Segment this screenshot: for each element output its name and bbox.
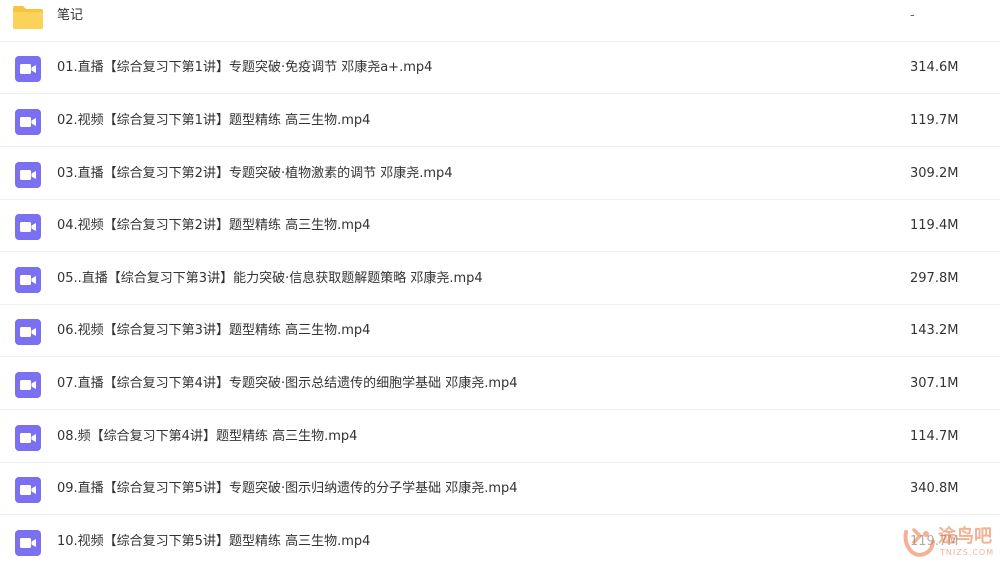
file-name[interactable]: 08.频【综合复习下第4讲】题型精练 高三生物.mp4: [57, 428, 357, 446]
video-file-icon: [15, 425, 41, 451]
watermark-logo-icon: [903, 528, 935, 557]
file-name[interactable]: 04.视频【综合复习下第2讲】题型精练 高三生物.mp4: [57, 217, 370, 235]
file-name[interactable]: 06.视频【综合复习下第3讲】题型精练 高三生物.mp4: [57, 322, 370, 340]
video-file-icon: [15, 109, 41, 135]
file-list: 笔记 - 01.直播【综合复习下第1讲】专题突破·免疫调节 邓康尧a+.mp4 …: [0, 0, 1000, 563]
video-file-icon: [15, 162, 41, 188]
file-name[interactable]: 10.视频【综合复习下第5讲】题型精练 高三生物.mp4: [57, 533, 370, 551]
video-file-icon: [15, 56, 41, 82]
file-size: 119.4M: [910, 218, 959, 233]
folder-row[interactable]: 笔记 -: [0, 0, 1000, 42]
video-file-icon: [15, 267, 41, 293]
file-row[interactable]: 04.视频【综合复习下第2讲】题型精练 高三生物.mp4 119.4M: [0, 200, 1000, 252]
file-row[interactable]: 09.直播【综合复习下第5讲】专题突破·图示归纳遗传的分子学基础 邓康尧.mp4…: [0, 463, 1000, 515]
file-size: 314.6M: [910, 60, 959, 75]
video-file-icon: [15, 214, 41, 240]
file-row[interactable]: 10.视频【综合复习下第5讲】题型精练 高三生物.mp4 119.7M: [0, 516, 1000, 568]
video-file-icon: [15, 319, 41, 345]
file-size: 340.8M: [910, 481, 959, 496]
file-name[interactable]: 07.直播【综合复习下第4讲】专题突破·图示总结遗传的细胞学基础 邓康尧.mp4: [57, 375, 518, 393]
folder-name[interactable]: 笔记: [57, 7, 83, 25]
folder-size: -: [910, 8, 915, 23]
file-size: 143.2M: [910, 323, 959, 338]
video-file-icon: [15, 372, 41, 398]
file-size: 309.2M: [910, 166, 959, 181]
watermark-text: 途鸟吧: [938, 526, 992, 547]
file-size: 119.7M: [910, 113, 959, 128]
watermark: 途鸟吧 TNIZS.COM: [902, 524, 996, 560]
folder-icon: [13, 6, 43, 29]
video-file-icon: [15, 477, 41, 503]
file-row[interactable]: 08.频【综合复习下第4讲】题型精练 高三生物.mp4 114.7M: [0, 411, 1000, 463]
file-row[interactable]: 06.视频【综合复习下第3讲】题型精练 高三生物.mp4 143.2M: [0, 305, 1000, 357]
file-name[interactable]: 01.直播【综合复习下第1讲】专题突破·免疫调节 邓康尧a+.mp4: [57, 59, 432, 77]
file-row[interactable]: 03.直播【综合复习下第2讲】专题突破·植物激素的调节 邓康尧.mp4 309.…: [0, 148, 1000, 200]
file-name[interactable]: 05..直播【综合复习下第3讲】能力突破·信息获取题解题策略 邓康尧.mp4: [57, 270, 483, 288]
file-size: 297.8M: [910, 271, 959, 286]
file-name[interactable]: 02.视频【综合复习下第1讲】题型精练 高三生物.mp4: [57, 112, 370, 130]
video-file-icon: [15, 530, 41, 556]
file-row[interactable]: 01.直播【综合复习下第1讲】专题突破·免疫调节 邓康尧a+.mp4 314.6…: [0, 42, 1000, 94]
file-row[interactable]: 02.视频【综合复习下第1讲】题型精练 高三生物.mp4 119.7M: [0, 95, 1000, 147]
file-name[interactable]: 03.直播【综合复习下第2讲】专题突破·植物激素的调节 邓康尧.mp4: [57, 165, 453, 183]
file-row[interactable]: 07.直播【综合复习下第4讲】专题突破·图示总结遗传的细胞学基础 邓康尧.mp4…: [0, 358, 1000, 410]
file-size: 114.7M: [910, 429, 959, 444]
file-name[interactable]: 09.直播【综合复习下第5讲】专题突破·图示归纳遗传的分子学基础 邓康尧.mp4: [57, 480, 518, 498]
file-size: 307.1M: [910, 376, 959, 391]
file-row[interactable]: 05..直播【综合复习下第3讲】能力突破·信息获取题解题策略 邓康尧.mp4 2…: [0, 253, 1000, 305]
watermark-subtext: TNIZS.COM: [940, 548, 995, 557]
